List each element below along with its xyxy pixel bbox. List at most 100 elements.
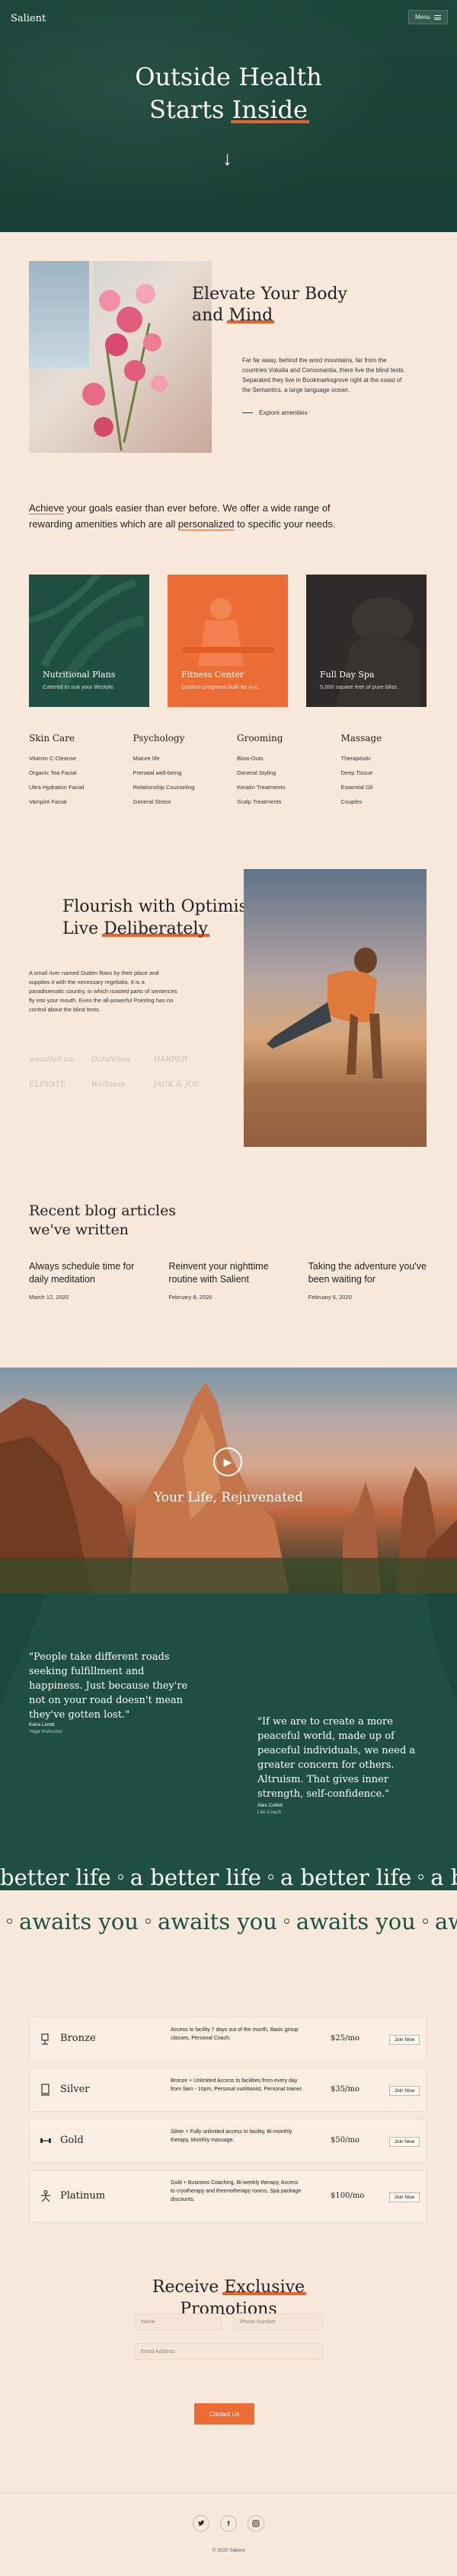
category-item[interactable]: Vitamin C Cleanse (29, 751, 115, 766)
play-video-button[interactable]: ▶ (213, 1447, 242, 1476)
testimonial-quote-2: "If we are to create a more peaceful wor… (257, 1716, 416, 1800)
plan-name: Silver (60, 2084, 90, 2095)
facebook-icon[interactable]: f (220, 2515, 237, 2532)
join-now-button[interactable]: Join Now (389, 2086, 420, 2096)
join-now-button[interactable]: Join Now (389, 2192, 420, 2202)
plan-name: Gold (60, 2135, 84, 2146)
menu-button[interactable]: Menu (408, 10, 448, 24)
hero-title: Outside Health Starts Inside (0, 61, 457, 126)
category-title: Skin Care (29, 733, 75, 744)
category-grooming: Grooming Blow-Outs General Styling Kerat… (237, 733, 323, 809)
plan-price: $35/mo (331, 2085, 360, 2094)
site-logo[interactable]: Salient (11, 13, 46, 24)
blog-post[interactable]: Always schedule time for daily meditatio… (29, 1260, 147, 1301)
blog-heading: Recent blog articles we've written (29, 1202, 177, 1238)
category-item[interactable]: General Stress (133, 794, 219, 809)
card-fitness-center[interactable]: Fitness Center Custom programs built for… (168, 575, 288, 707)
category-item[interactable]: Essential Oil (341, 780, 427, 794)
post-title[interactable]: Taking the adventure you've been waiting… (308, 1260, 427, 1286)
email-field[interactable]: Email Address (134, 2343, 323, 2360)
blog-post[interactable]: Taking the adventure you've been waiting… (308, 1260, 427, 1301)
footer-divider (0, 2492, 457, 2493)
partner-logo: JACK & JOE (153, 1081, 200, 1089)
intro-paragraph: Far far away, behind the word mountains,… (242, 357, 405, 393)
hero-title-highlight: Inside (230, 94, 310, 126)
category-item[interactable]: Prenatal well-being (133, 766, 219, 780)
card-nutritional-plans[interactable]: Nutritional Plans Catered to suit your l… (29, 575, 149, 707)
menu-label: Menu (414, 14, 430, 21)
phone-field[interactable]: Phone Number (233, 2313, 323, 2330)
card-title: Fitness Center (181, 670, 244, 680)
instagram-icon[interactable] (248, 2515, 264, 2532)
name-field[interactable]: Name (134, 2313, 222, 2330)
partner-logo: Wellness (91, 1081, 126, 1089)
category-item[interactable]: Therapeutic (341, 751, 427, 766)
category-item[interactable]: Organic Tea Facial (29, 766, 115, 780)
post-date: February 8, 2020 (168, 1294, 213, 1301)
category-title: Psychology (133, 733, 185, 744)
plan-description: Access to facility 7 days out of the mon… (171, 2027, 299, 2041)
dash-icon (242, 412, 253, 413)
circle-icon (422, 1918, 428, 1924)
category-psychology: Psychology Mature life Prenatal well-bei… (133, 733, 219, 809)
category-item[interactable]: Vampire Facial (29, 794, 115, 809)
plan-bronze: Bronze Access to facility 7 days out of … (29, 2017, 427, 2061)
plan-description: Gold + Business Coaching, Bi-weekly ther… (171, 2180, 302, 2202)
category-title: Grooming (237, 733, 283, 744)
card-subtitle: 5,000 square feet of pure bliss. (320, 683, 398, 690)
explore-amenities-link[interactable]: Explore amenities (242, 409, 308, 416)
copyright-text: © 2020 Salient (212, 2548, 245, 2553)
partner-logo: ELEVATE (29, 1081, 66, 1089)
amenity-cards: Nutritional Plans Catered to suit your l… (29, 575, 427, 707)
author-role: Life Coach (257, 1810, 282, 1815)
contact-us-button[interactable]: Contact Us (194, 2403, 254, 2425)
post-date: March 12, 2020 (29, 1294, 69, 1301)
marquee-line-1: better lifea better lifea better lifea b… (0, 1864, 457, 1890)
blog-posts: Always schedule time for daily meditatio… (29, 1260, 427, 1301)
plan-platinum: Platinum Gold + Business Coaching, Bi-we… (29, 2170, 427, 2223)
circle-icon (145, 1918, 151, 1924)
pushup-photo (244, 869, 427, 1147)
category-item[interactable]: Blow-Outs (237, 751, 323, 766)
join-now-button[interactable]: Join Now (389, 2137, 420, 2147)
flourish-heading: Flourish with Optimism, Live Deliberatel… (62, 897, 269, 938)
hero-title-line1: Outside Health (135, 62, 322, 91)
circle-icon (117, 1874, 123, 1880)
category-item[interactable]: Scalp Treatments (237, 794, 323, 809)
intro-section (0, 232, 457, 476)
achieve-statement: Achieve your goals easier than ever befo… (29, 502, 336, 530)
partner-logo: Dandelion (91, 1056, 131, 1064)
twitter-icon[interactable] (193, 2515, 209, 2532)
card-full-day-spa[interactable]: Full Day Spa 5,000 square feet of pure b… (306, 575, 427, 707)
plan-price: $100/mo (331, 2192, 365, 2200)
author-role: Yoga Instructor (29, 1729, 62, 1734)
plan-name: Bronze (60, 2033, 96, 2044)
category-item[interactable]: Couples (341, 794, 427, 809)
post-title[interactable]: Reinvent your nighttime routine with Sal… (168, 1260, 286, 1286)
service-categories: Skin Care Vitamin C Cleanse Organic Tea … (29, 733, 427, 809)
category-item[interactable]: Deep Tissue (341, 766, 427, 780)
category-item[interactable]: Keratin Treatments (237, 780, 323, 794)
post-title[interactable]: Always schedule time for daily meditatio… (29, 1260, 147, 1286)
plan-silver: Silver Bronze + Unlimited Access to faci… (29, 2068, 427, 2112)
flower-photo (29, 261, 212, 453)
category-massage: Massage Therapeutic Deep Tissue Essentia… (341, 733, 427, 809)
circle-icon (283, 1918, 289, 1924)
plan-price: $25/mo (331, 2034, 360, 2043)
category-item[interactable]: Mature life (133, 751, 219, 766)
blog-post[interactable]: Reinvent your nighttime routine with Sal… (168, 1260, 286, 1301)
social-links: f (193, 2515, 264, 2532)
partner-logo: HARPER (153, 1056, 188, 1064)
category-item[interactable]: General Styling (237, 766, 323, 780)
category-item[interactable]: Relationship Counseling (133, 780, 219, 794)
category-item[interactable]: Ultra Hydration Facial (29, 780, 115, 794)
hero-title-line2: Starts (149, 95, 232, 124)
card-subtitle: Catered to suit your lifestyle. (43, 683, 115, 690)
flourish-heading-highlight: Deliberately (102, 919, 209, 938)
post-date: February 6, 2020 (308, 1294, 352, 1301)
scroll-down-arrow-icon[interactable]: ↓ (222, 147, 232, 170)
plan-price: $50/mo (331, 2136, 360, 2145)
join-now-button[interactable]: Join Now (389, 2035, 420, 2045)
intro-heading-highlight: Mind (227, 306, 275, 325)
testimonial-author-1: Keira Lorett Yoga Instructor (29, 1721, 62, 1735)
